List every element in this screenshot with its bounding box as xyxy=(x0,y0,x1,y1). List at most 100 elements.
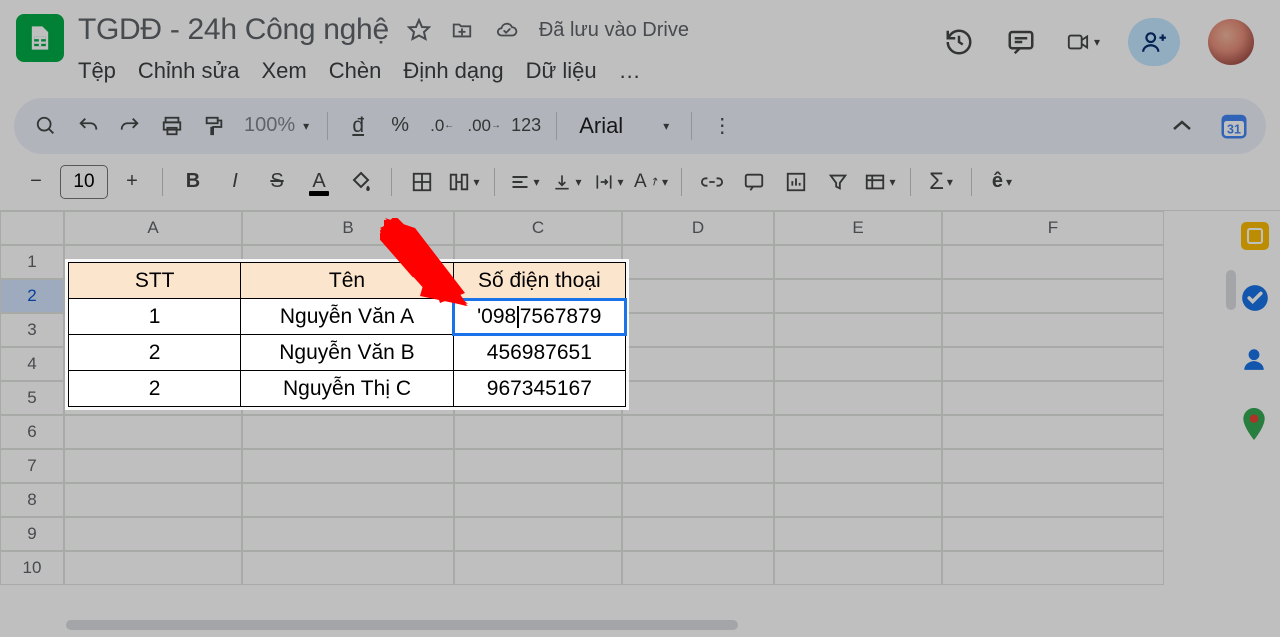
cell[interactable] xyxy=(454,483,622,517)
cell-name-3[interactable]: Nguyễn Thị C xyxy=(241,371,453,407)
paint-format-icon[interactable] xyxy=(196,108,232,144)
cell[interactable] xyxy=(622,517,774,551)
cell[interactable] xyxy=(942,279,1164,313)
zoom-select[interactable]: 100%▾ xyxy=(238,114,315,137)
cell[interactable] xyxy=(64,551,242,585)
col-header-E[interactable]: E xyxy=(774,211,942,245)
col-header-F[interactable]: F xyxy=(942,211,1164,245)
cell[interactable] xyxy=(942,313,1164,347)
comments-icon[interactable] xyxy=(1004,25,1038,59)
cell[interactable] xyxy=(622,381,774,415)
font-size-decrease[interactable]: − xyxy=(18,164,54,200)
fill-color-icon[interactable] xyxy=(343,164,379,200)
row-header-3[interactable]: 3 xyxy=(0,313,64,347)
bold-icon[interactable]: B xyxy=(175,164,211,200)
cell[interactable] xyxy=(622,415,774,449)
cell[interactable] xyxy=(454,551,622,585)
cell[interactable] xyxy=(622,279,774,313)
cell[interactable] xyxy=(622,483,774,517)
share-button[interactable] xyxy=(1128,18,1180,66)
cell[interactable] xyxy=(942,347,1164,381)
row-header-1[interactable]: 1 xyxy=(0,245,64,279)
strikethrough-icon[interactable]: S xyxy=(259,164,295,200)
cell[interactable] xyxy=(622,245,774,279)
col-header-D[interactable]: D xyxy=(622,211,774,245)
cell[interactable] xyxy=(622,347,774,381)
star-icon[interactable] xyxy=(407,18,431,42)
cell[interactable] xyxy=(64,415,242,449)
sheets-logo[interactable] xyxy=(16,14,64,62)
cell[interactable] xyxy=(942,245,1164,279)
move-folder-icon[interactable] xyxy=(449,19,475,41)
cell[interactable] xyxy=(942,551,1164,585)
cell[interactable] xyxy=(64,449,242,483)
cell-stt-1[interactable]: 1 xyxy=(69,299,241,335)
cell[interactable] xyxy=(454,449,622,483)
cell[interactable] xyxy=(454,517,622,551)
menu-more[interactable]: … xyxy=(619,58,641,84)
font-family-select[interactable]: Arial▾ xyxy=(569,113,679,139)
link-icon[interactable] xyxy=(694,164,730,200)
col-header-A[interactable]: A xyxy=(64,211,242,245)
cell[interactable] xyxy=(774,381,942,415)
increase-decimal-icon[interactable]: .00→ xyxy=(466,108,502,144)
calendar-sidebar-icon[interactable]: 31 xyxy=(1216,109,1252,143)
merge-cells-icon[interactable]: ▾ xyxy=(446,164,482,200)
cell[interactable] xyxy=(774,313,942,347)
select-all-corner[interactable] xyxy=(0,211,64,245)
cell[interactable] xyxy=(774,347,942,381)
cell[interactable] xyxy=(622,449,774,483)
meet-icon[interactable]: ▾ xyxy=(1066,25,1100,59)
filter-icon[interactable] xyxy=(820,164,856,200)
collapse-toolbar-icon[interactable] xyxy=(1164,108,1200,144)
document-title[interactable]: TGDĐ - 24h Công nghệ xyxy=(78,13,389,47)
search-icon[interactable] xyxy=(28,108,64,144)
account-avatar[interactable] xyxy=(1208,19,1254,65)
cell[interactable] xyxy=(454,415,622,449)
row-header-9[interactable]: 9 xyxy=(0,517,64,551)
menu-view[interactable]: Xem xyxy=(261,58,306,84)
cell[interactable] xyxy=(242,517,454,551)
cell[interactable] xyxy=(774,415,942,449)
cell[interactable] xyxy=(622,313,774,347)
rotate-icon[interactable]: A↗▾ xyxy=(633,164,669,200)
menu-format[interactable]: Định dạng xyxy=(403,58,503,84)
cell-phone-3[interactable]: 967345167 xyxy=(453,371,625,407)
cell[interactable] xyxy=(242,551,454,585)
row-header-10[interactable]: 10 xyxy=(0,551,64,585)
row-header-6[interactable]: 6 xyxy=(0,415,64,449)
history-icon[interactable] xyxy=(942,25,976,59)
cell[interactable] xyxy=(942,381,1164,415)
font-size-input[interactable]: 10 xyxy=(60,165,108,199)
cell[interactable] xyxy=(242,415,454,449)
cell[interactable] xyxy=(942,449,1164,483)
cloud-saved-icon[interactable] xyxy=(493,19,521,41)
horizontal-scrollbar[interactable] xyxy=(66,617,1224,633)
cell[interactable] xyxy=(774,551,942,585)
row-header-4[interactable]: 4 xyxy=(0,347,64,381)
vie-input-icon[interactable]: ê▾ xyxy=(984,164,1020,200)
cell[interactable] xyxy=(242,483,454,517)
cell[interactable] xyxy=(774,483,942,517)
table-view-icon[interactable]: ▾ xyxy=(862,164,898,200)
cell[interactable] xyxy=(774,449,942,483)
redo-icon[interactable] xyxy=(112,108,148,144)
cell[interactable] xyxy=(942,517,1164,551)
valign-icon[interactable]: ▾ xyxy=(549,164,585,200)
cell-phone-2[interactable]: 456987651 xyxy=(453,335,625,371)
cell[interactable] xyxy=(774,245,942,279)
italic-icon[interactable]: I xyxy=(217,164,253,200)
halign-icon[interactable]: ▾ xyxy=(507,164,543,200)
wrap-icon[interactable]: ▾ xyxy=(591,164,627,200)
row-header-7[interactable]: 7 xyxy=(0,449,64,483)
functions-icon[interactable]: Σ▾ xyxy=(923,164,959,200)
col-header-C[interactable]: C xyxy=(454,211,622,245)
cell[interactable] xyxy=(64,483,242,517)
chart-icon[interactable] xyxy=(778,164,814,200)
menu-insert[interactable]: Chèn xyxy=(329,58,382,84)
maps-icon[interactable] xyxy=(1241,408,1269,436)
borders-icon[interactable] xyxy=(404,164,440,200)
cell[interactable] xyxy=(774,517,942,551)
cell-stt-2[interactable]: 2 xyxy=(69,335,241,371)
menu-file[interactable]: Tệp xyxy=(78,58,116,84)
